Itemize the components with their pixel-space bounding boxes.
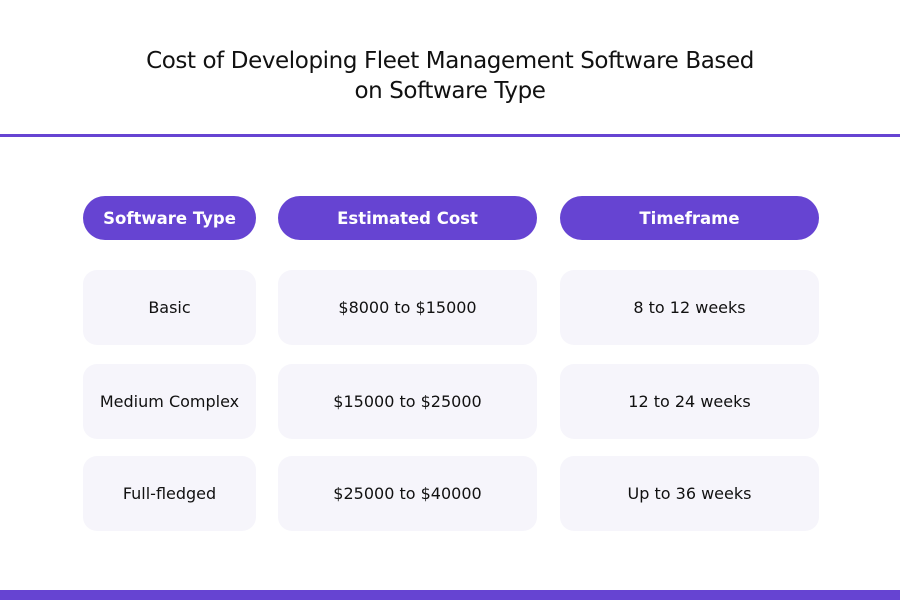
cell-timeframe-full: Up to 36 weeks (560, 456, 819, 531)
cell-software-type-medium: Medium Complex (83, 364, 256, 439)
header-timeframe: Timeframe (560, 196, 819, 240)
cell-text: Basic (148, 298, 191, 317)
cell-text: Up to 36 weeks (627, 484, 752, 503)
cell-timeframe-basic: 8 to 12 weeks (560, 270, 819, 345)
title-divider (0, 134, 900, 137)
cell-software-type-full: Full-fledged (83, 456, 256, 531)
page-title-line-1: Cost of Developing Fleet Management Soft… (146, 48, 754, 74)
cell-estimated-cost-basic: $8000 to $15000 (278, 270, 537, 345)
cell-estimated-cost-full: $25000 to $40000 (278, 456, 537, 531)
cell-text: 8 to 12 weeks (633, 298, 746, 317)
cell-text: Medium Complex (99, 392, 240, 411)
footer-accent-bar (0, 590, 900, 600)
header-software-type: Software Type (83, 196, 256, 240)
cell-estimated-cost-medium: $15000 to $25000 (278, 364, 537, 439)
cell-text: $15000 to $25000 (333, 392, 482, 411)
page-title: Cost of Developing Fleet Management Soft… (0, 46, 900, 106)
header-estimated-cost: Estimated Cost (278, 196, 537, 240)
cell-text: 12 to 24 weeks (628, 392, 751, 411)
cell-text: $8000 to $15000 (338, 298, 477, 317)
page-title-line-2: on Software Type (354, 78, 546, 104)
cell-software-type-basic: Basic (83, 270, 256, 345)
cell-text: Full-fledged (122, 484, 217, 503)
cell-text: $25000 to $40000 (333, 484, 482, 503)
cell-timeframe-medium: 12 to 24 weeks (560, 364, 819, 439)
